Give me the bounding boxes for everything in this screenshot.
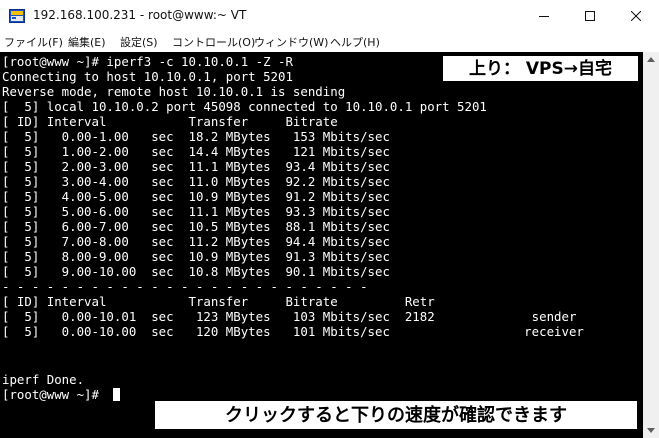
menu-window[interactable]: ウィンドウ(W)	[254, 34, 328, 50]
click-to-see-download-label[interactable]: クリックすると下りの速度が確認できます	[154, 400, 638, 430]
menu-help[interactable]: ヘルプ(H)	[330, 34, 380, 50]
terminal-line: [ ID] Interval Transfer Bitrate	[2, 114, 338, 129]
terminal-line: [ 5] 0.00-10.01 sec 123 MBytes 103 Mbits…	[2, 309, 577, 324]
terminal-line: [ 5] 2.00-3.00 sec 11.1 MBytes 93.4 Mbit…	[2, 159, 390, 174]
window-title: 192.168.100.231 - root@www:~ VT	[33, 8, 247, 22]
scroll-down-arrow-icon[interactable]	[646, 425, 656, 435]
menu-settings[interactable]: 設定(S)	[120, 34, 158, 50]
terminal-line: [ ID] Interval Transfer Bitrate Retr	[2, 294, 435, 309]
terminal-line: [ 5] 5.00-6.00 sec 11.1 MBytes 93.3 Mbit…	[2, 204, 390, 219]
terminal-line: [ 5] 1.00-2.00 sec 14.4 MBytes 121 Mbits…	[2, 144, 390, 159]
title-bar[interactable]: 192.168.100.231 - root@www:~ VT	[0, 0, 659, 33]
terminal-line: [ 5] 0.00-10.00 sec 120 MBytes 101 Mbits…	[2, 324, 584, 339]
terminal-line: iperf Done.	[2, 372, 85, 387]
terminal-line: [root@www ~]# iperf3 -c 10.10.0.1 -Z -R	[2, 54, 293, 69]
terminal-line: [ 5] local 10.10.0.2 port 45098 connecte…	[2, 99, 487, 114]
minimize-button[interactable]	[521, 0, 567, 32]
upload-direction-label: 上り： VPS→自宅	[442, 55, 639, 82]
terminal-line: [ 5] 9.00-10.00 sec 10.8 MBytes 90.1 Mbi…	[2, 264, 390, 279]
terminal-line: Reverse mode, remote host 10.10.0.1 is s…	[2, 84, 346, 99]
minimize-icon	[539, 16, 549, 17]
terminal-line: - - - - - - - - - - - - - - - - - - - - …	[2, 279, 368, 294]
menu-file[interactable]: ファイル(F)	[4, 34, 63, 50]
terminal-cursor	[113, 388, 120, 401]
terminal-line: Connecting to host 10.10.0.1, port 5201	[2, 69, 293, 84]
terminal-screen[interactable]: [root@www ~]# iperf3 -c 10.10.0.1 -Z -R …	[0, 52, 643, 438]
terminal-line: [ 5] 8.00-9.00 sec 10.9 MBytes 91.3 Mbit…	[2, 249, 390, 264]
menu-control[interactable]: コントロール(O)	[172, 34, 255, 50]
terminal-line: [ 5] 4.00-5.00 sec 10.9 MBytes 91.2 Mbit…	[2, 189, 390, 204]
teraterm-app-icon	[9, 9, 25, 23]
terminal-line: [ 5] 3.00-4.00 sec 11.0 MBytes 92.2 Mbit…	[2, 174, 390, 189]
terminal-line: [ 5] 6.00-7.00 sec 10.5 MBytes 88.1 Mbit…	[2, 219, 390, 234]
scroll-up-arrow-icon[interactable]	[646, 55, 656, 65]
terminal-line: [ 5] 7.00-8.00 sec 11.2 MBytes 94.4 Mbit…	[2, 234, 390, 249]
menu-edit[interactable]: 編集(E)	[68, 34, 106, 50]
close-button[interactable]	[613, 0, 659, 32]
close-icon	[631, 11, 641, 21]
terminal-line: [ 5] 0.00-1.00 sec 18.2 MBytes 153 Mbits…	[2, 129, 390, 144]
terminal-line: [root@www ~]#	[2, 387, 107, 402]
maximize-icon	[585, 11, 595, 21]
maximize-button[interactable]	[567, 0, 613, 32]
vertical-scrollbar[interactable]	[643, 52, 659, 438]
menu-bar: ファイル(F) 編集(E) 設定(S) コントロール(O) ウィンドウ(W) ヘ…	[0, 32, 659, 52]
